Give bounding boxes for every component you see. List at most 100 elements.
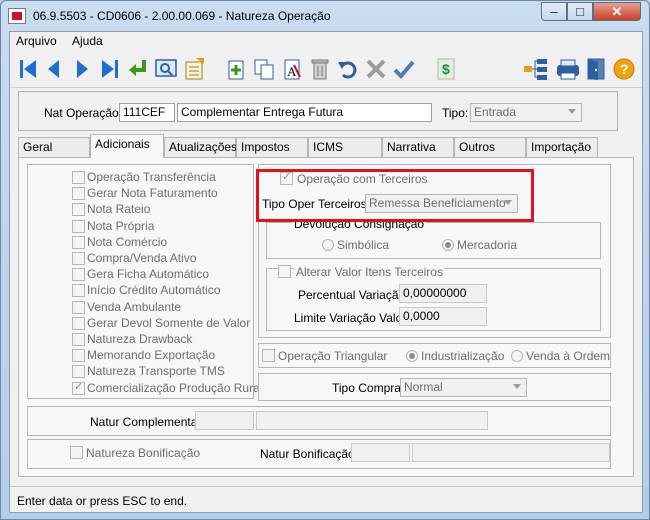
simbolica-radio[interactable] [322,239,334,251]
tab-adicionais[interactable]: Adicionais [90,134,164,158]
previous-icon [48,60,59,78]
copy-button[interactable] [250,55,278,83]
chevron-down-icon [568,109,576,114]
nat-operacao-code-field[interactable]: 111CEF [119,103,175,122]
tipo-compra-select[interactable]: Normal [400,378,527,397]
flag-label: Natureza Transporte TMS [87,364,225,379]
natureza-bonificacao-checkbox[interactable] [70,446,83,459]
limite-variacao-field[interactable]: 0,0000 [399,307,487,326]
flag-checkbox[interactable] [72,268,85,282]
cancel-button[interactable] [362,55,390,83]
natureza-bonificacao-label: Natureza Bonificação [86,446,201,460]
flag-checkbox[interactable] [72,235,85,249]
flag-checkbox[interactable] [72,365,85,379]
operacao-triangular-checkbox[interactable] [262,349,275,362]
alterar-valor-checkbox[interactable] [278,265,291,278]
menu-ajuda[interactable]: Ajuda [72,34,103,48]
limite-variacao-label: Limite Variação Valor: [294,311,410,325]
nat-operacao-description-field[interactable]: Complementar Entrega Futura [177,103,432,122]
alterar-valor-label: Alterar Valor Itens Terceiros [294,265,445,279]
flag-label: Venda Ambulante [87,299,182,314]
percentual-variacao-field[interactable]: 0,00000000 [399,284,487,303]
tree-icon [524,59,547,80]
flag-checkbox[interactable] [72,284,85,298]
flag-label: Gerar Devol Somente de Valor [87,315,251,330]
previous-record-button[interactable] [40,55,68,83]
flag-checkbox[interactable] [72,252,85,265]
venda-ordem-radio[interactable] [511,350,523,362]
industrializacao-radio[interactable] [406,350,418,362]
flag-label: Compra/Venda Ativo [87,251,197,265]
flag-checkbox[interactable] [72,187,85,201]
natur-bonificacao-code-field[interactable] [351,443,410,462]
tab-impostos[interactable]: Impostos [236,137,308,157]
status-bar: Enter data or press ESC to end. [10,486,642,512]
delete-button[interactable] [306,55,334,83]
flag-checkbox[interactable] [72,219,85,233]
flag-checkbox[interactable] [72,203,85,217]
flag-checkbox[interactable] [72,349,85,363]
client-area: Arquivo Ajuda A $ ? Nat Operação: 111CEF… [9,31,643,513]
tipo-select[interactable]: Entrada [470,103,582,122]
new-button[interactable] [222,55,250,83]
undo-icon [338,61,357,79]
natur-bonificacao-description-field[interactable] [412,443,610,462]
tab-importacao[interactable]: Importação [526,137,598,157]
natur-complementar-description-field[interactable] [256,411,488,430]
maximize-button[interactable]: □ [567,2,593,21]
flag-label: Gerar Nota Faturamento [87,186,218,201]
nat-operacao-label: Nat Operação: [44,106,123,120]
minimize-button[interactable]: – [541,2,567,21]
tab-narrativa[interactable]: Narrativa [382,137,454,157]
copy-icon [254,59,274,80]
print-icon [557,59,579,80]
list-button[interactable] [180,55,208,83]
mercadoria-radio[interactable] [442,239,454,251]
new-icon [228,60,244,80]
flag-checkbox[interactable] [72,316,85,330]
flag-label: Nota Rateio [87,202,151,217]
help-icon: ? [613,58,635,80]
natur-bonificacao-label: Natur Bonificação: [260,447,359,461]
exit-button[interactable] [582,55,610,83]
currency-button[interactable]: $ [432,55,460,83]
menu-arquivo[interactable]: Arquivo [16,34,57,48]
tree-button[interactable] [522,55,550,83]
tipo-compra-label: Tipo Compra: [332,381,405,395]
natur-complementar-code-field[interactable] [195,411,254,430]
help-button[interactable]: ? [610,55,638,83]
tipo-compra-value: Normal [404,380,443,394]
close-button[interactable]: ✕ [593,2,641,21]
tab-geral[interactable]: Geral [18,137,90,157]
goto-button[interactable] [124,55,152,83]
industrializacao-label: Industrialização [421,349,505,363]
save-icon [393,60,415,79]
cancel-icon [366,59,386,79]
flag-label: Início Crédito Automático [87,283,221,298]
flag-checkbox[interactable] [72,300,85,314]
modify-button[interactable]: A [278,55,306,83]
next-record-button[interactable] [68,55,96,83]
first-record-button[interactable] [14,55,42,83]
list-icon [185,58,204,80]
flag-checkbox[interactable] [72,171,85,184]
highlight-box [256,169,534,222]
save-button[interactable] [390,55,418,83]
title-bar: 06.9.5503 - CD0606 - 2.00.00.069 - Natur… [1,1,650,31]
tipo-label: Tipo: [442,106,469,120]
currency-icon: $ [437,58,455,80]
chevron-down-icon [513,384,521,389]
tab-icms[interactable]: ICMS [308,137,382,157]
undo-button[interactable] [334,55,362,83]
flag-checkbox[interactable] [72,380,85,395]
print-button[interactable] [554,55,582,83]
tab-outros[interactable]: Outros [454,137,526,157]
flags-group: Operação Transferência Gerar Nota Faturam… [27,164,262,399]
flag-label: Comercialização Produção Rural [87,380,263,395]
tipo-select-value: Entrada [474,105,517,119]
search-button[interactable] [152,55,180,83]
goto-icon [129,60,146,76]
last-record-button[interactable] [96,55,124,83]
flag-checkbox[interactable] [72,333,85,346]
tab-atualizacoes[interactable]: Atualizações [164,137,237,157]
